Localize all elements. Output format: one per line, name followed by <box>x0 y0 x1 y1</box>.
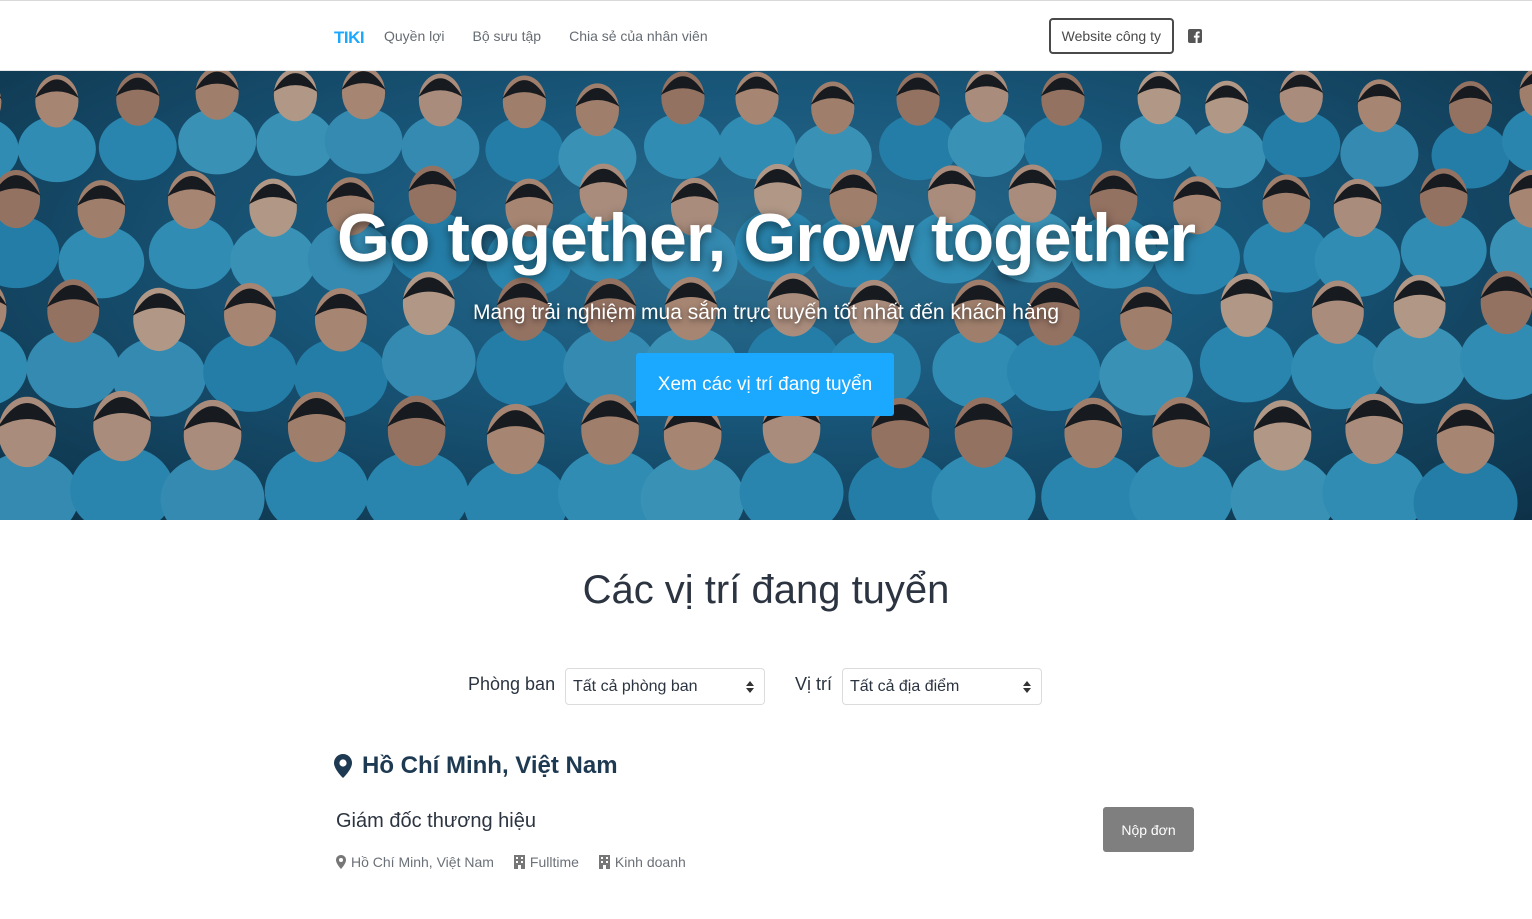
building-icon <box>513 855 525 869</box>
job-location-text: Hồ Chí Minh, Việt Nam <box>351 854 494 870</box>
select-caret-icon <box>1023 681 1031 693</box>
tiki-logo[interactable]: TIKI <box>334 25 364 47</box>
nav-link-collection[interactable]: Bộ sưu tập <box>473 28 542 44</box>
location-select[interactable]: Tất cả địa điểm <box>842 668 1042 705</box>
job-title[interactable]: Giám đốc thương hiệu <box>336 810 536 833</box>
apply-button[interactable]: Nộp đơn <box>1103 807 1194 852</box>
job-type: Fulltime <box>513 854 579 870</box>
view-open-positions-button[interactable]: Xem các vị trí đang tuyển <box>636 353 894 416</box>
nav-link-employee-stories[interactable]: Chia sẻ của nhân viên <box>569 28 708 44</box>
select-caret-icon <box>746 681 754 693</box>
open-positions-heading: Các vị trí đang tuyển <box>582 568 950 612</box>
department-select-value: Tất cả phòng ban <box>573 677 698 695</box>
map-pin-icon <box>336 855 346 869</box>
nav-link-benefits[interactable]: Quyền lợi <box>384 28 445 44</box>
job-meta: Hồ Chí Minh, Việt Nam Fulltime Kinh doan… <box>336 854 706 870</box>
building-icon <box>598 855 610 869</box>
company-website-button[interactable]: Website công ty <box>1048 18 1174 54</box>
job-department-text: Kinh doanh <box>614 854 686 870</box>
map-pin-icon <box>334 754 352 778</box>
location-group-heading: Hồ Chí Minh, Việt Nam <box>334 752 618 780</box>
hero-subtitle: Mang trải nghiệm mua sắm trực tuyến tốt … <box>472 301 1060 324</box>
location-filter-label: Vị trí <box>795 674 833 694</box>
top-navbar: TIKI Quyền lợi Bộ sưu tập Chia sẻ của nh… <box>0 0 1532 71</box>
hero-banner: Go together, Grow together Mang trải ngh… <box>0 71 1532 520</box>
job-type-text: Fulltime <box>529 854 579 870</box>
department-select[interactable]: Tất cả phòng ban <box>565 668 765 705</box>
job-department: Kinh doanh <box>598 854 686 870</box>
location-group-name: Hồ Chí Minh, Việt Nam <box>362 752 618 779</box>
facebook-icon[interactable] <box>1188 29 1202 43</box>
tiki-logo-icon: TIKI <box>334 28 364 47</box>
navbar-right: Website công ty <box>1048 18 1202 54</box>
hero-title: Go together, Grow together <box>336 200 1196 276</box>
department-filter-label: Phòng ban <box>468 674 556 694</box>
job-location: Hồ Chí Minh, Việt Nam <box>336 854 494 870</box>
hero-overlay <box>0 71 1532 520</box>
svg-text:TIKI: TIKI <box>334 28 364 47</box>
navbar-container: TIKI Quyền lợi Bộ sưu tập Chia sẻ của nh… <box>334 1 1202 71</box>
location-select-value: Tất cả địa điểm <box>850 677 960 695</box>
